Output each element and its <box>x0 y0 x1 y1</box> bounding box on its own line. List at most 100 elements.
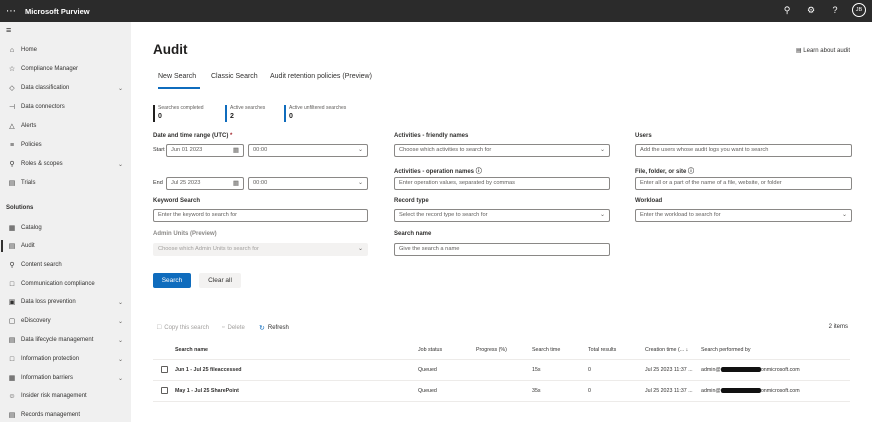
search-name-input[interactable]: Give the search a name <box>394 243 610 256</box>
workload-select[interactable]: Enter the workload to search for ⌄ <box>635 209 852 222</box>
hamburger-icon[interactable]: ≡ <box>0 22 131 39</box>
chevron-down-icon: ⌄ <box>117 337 123 344</box>
top-bar: ⋯ Microsoft Purview ⚲ ⚙ ? JB <box>0 0 872 22</box>
sidebar-item-content-search[interactable]: ⚲ Content search <box>0 257 131 273</box>
copy-icon: □ <box>157 324 162 331</box>
sidebar-item-data-lifecycle-management[interactable]: ▤ Data lifecycle management ⌄ <box>0 332 131 348</box>
gear-icon[interactable]: ⚙ <box>804 3 818 17</box>
sidebar-item-audit[interactable]: ▤ Audit <box>0 238 131 254</box>
active-tab-indicator <box>158 87 200 89</box>
activities-friendly-select[interactable]: Choose which activities to search for ⌄ <box>394 144 610 157</box>
column-header-search-performed-by[interactable]: Search performed by <box>701 347 750 353</box>
stat-active-unfiltered-searches: Active unfiltered searches 0 <box>284 105 346 122</box>
search-button[interactable]: Search <box>153 273 191 288</box>
person-icon: ☺ <box>8 392 16 400</box>
admin-units-select: Choose which Admin Units to search for ⌄ <box>153 243 368 256</box>
record-type-select[interactable]: Select the record type to search for ⌄ <box>394 209 610 222</box>
sidebar-item-catalog[interactable]: ▦ Catalog <box>0 220 131 236</box>
chevron-down-icon: ⌄ <box>117 375 123 382</box>
learn-about-audit-link[interactable]: ▤ Learn about audit <box>796 47 850 54</box>
end-time-select[interactable]: 00:00 ⌄ <box>248 177 368 190</box>
sidebar-item-policies[interactable]: ≡ Policies <box>0 137 131 153</box>
column-header-search-time[interactable]: Search time <box>532 347 560 353</box>
row-checkbox[interactable] <box>161 366 168 373</box>
chevron-down-icon: ⌄ <box>117 85 123 92</box>
chevron-down-icon: ⌄ <box>117 161 123 168</box>
sidebar-item-records-management[interactable]: ▤ Records management <box>0 407 131 423</box>
end-date-picker[interactable]: Jul 25 2023 ▦ <box>166 177 244 190</box>
chevron-down-icon: ⌄ <box>117 299 123 306</box>
start-time-select[interactable]: 00:00 ⌄ <box>248 144 368 157</box>
keyword-search-label: Keyword Search <box>153 198 201 204</box>
column-header-progress[interactable]: Progress (%) <box>476 347 507 353</box>
active-indicator <box>1 240 3 252</box>
column-header-job-status[interactable]: Job status <box>418 347 442 353</box>
tab-classic-search[interactable]: Classic Search <box>211 73 258 80</box>
catalog-icon: ▦ <box>8 225 16 232</box>
sidebar-item-compliance-manager[interactable]: ☆ Compliance Manager <box>0 61 131 77</box>
help-icon[interactable]: ? <box>828 3 842 17</box>
sidebar-item-trials[interactable]: ▤ Trials <box>0 175 131 191</box>
sidebar-item-data-classification[interactable]: ◇ Data classification ⌄ <box>0 80 131 96</box>
key-icon[interactable]: ⚲ <box>780 3 794 17</box>
sidebar-item-data-loss-prevention[interactable]: ▣ Data loss prevention ⌄ <box>0 294 131 310</box>
tab-new-search[interactable]: New Search <box>158 73 196 80</box>
workload-label: Workload <box>635 198 663 204</box>
sidebar-item-ediscovery[interactable]: ▢ eDiscovery ⌄ <box>0 313 131 329</box>
users-input[interactable]: Add the users whose audit logs you want … <box>635 144 852 157</box>
redaction-bar <box>720 367 761 373</box>
main-content: Audit ▤ Learn about audit New Search Cla… <box>131 22 872 422</box>
info-icon[interactable]: ⓘ <box>688 169 694 175</box>
info-icon[interactable]: ⓘ <box>476 169 482 175</box>
home-icon: ⌂ <box>9 46 15 54</box>
dlp-icon: ▣ <box>8 299 16 306</box>
copy-search-button[interactable]: □ Copy this search <box>157 324 209 331</box>
sidebar-item-insider-risk-management[interactable]: ☺ Insider risk management <box>0 388 131 404</box>
trophy-icon: ☆ <box>8 66 16 73</box>
chevron-down-icon: ⌄ <box>357 180 363 186</box>
tab-audit-retention-policies[interactable]: Audit retention policies (Preview) <box>270 73 372 80</box>
date-range-label: Date and time range (UTC) * <box>153 133 233 139</box>
file-folder-site-label: File, folder, or site ⓘ <box>635 169 695 175</box>
redaction-bar <box>720 388 761 394</box>
sidebar-item-alerts[interactable]: △ Alerts <box>0 118 131 134</box>
chat-icon: □ <box>9 280 15 288</box>
chevron-down-icon: ⌄ <box>599 212 605 218</box>
sidebar-item-communication-compliance[interactable]: □ Communication compliance <box>0 276 131 292</box>
table-divider <box>153 380 850 381</box>
end-label: End <box>153 180 163 186</box>
column-header-creation-time[interactable]: Creation time (... ↓ <box>645 347 688 353</box>
lock-icon: □ <box>9 355 15 363</box>
waffle-icon[interactable]: ⋯ <box>0 6 22 17</box>
performed-by: admin@ onmicrosoft.com <box>701 367 800 373</box>
column-header-total-results[interactable]: Total results <box>588 347 616 353</box>
calendar-icon[interactable]: ▦ <box>233 178 239 189</box>
sidebar: ≡ ⌂ Home ☆ Compliance Manager ◇ Data cla… <box>0 22 131 422</box>
search-name-label: Search name <box>394 231 432 237</box>
avatar[interactable]: JB <box>852 3 866 17</box>
chevron-down-icon: ⌄ <box>357 147 363 153</box>
sidebar-item-data-connectors[interactable]: ⊣ Data connectors <box>0 99 131 115</box>
barrier-icon: ▦ <box>8 375 16 382</box>
book-icon: ▤ <box>795 48 802 54</box>
calendar-icon[interactable]: ▦ <box>233 145 239 156</box>
chevron-down-icon: ⌄ <box>117 356 123 363</box>
keyword-search-input[interactable]: Enter the keyword to search for <box>153 209 368 222</box>
start-date-picker[interactable]: Jun 01 2023 ▦ <box>166 144 244 157</box>
sidebar-item-roles-scopes[interactable]: ⚲ Roles & scopes ⌄ <box>0 156 131 172</box>
sidebar-item-information-protection[interactable]: □ Information protection ⌄ <box>0 351 131 367</box>
column-header-search-name[interactable]: Search name <box>175 347 208 353</box>
refresh-button[interactable]: ↻ Refresh <box>259 324 289 332</box>
table-divider <box>153 359 850 360</box>
users-label: Users <box>635 133 652 139</box>
file-folder-site-input[interactable]: Enter all or a part of the name of a fil… <box>635 177 852 190</box>
activities-operation-input[interactable]: Enter operation values, separated by com… <box>394 177 610 190</box>
delete-button[interactable]: ▫ Delete <box>222 324 245 331</box>
row-checkbox[interactable] <box>161 387 168 394</box>
app-title[interactable]: Microsoft Purview <box>25 7 90 16</box>
records-icon: ▤ <box>8 412 16 419</box>
sidebar-item-home[interactable]: ⌂ Home <box>0 42 131 58</box>
sidebar-item-information-barriers[interactable]: ▦ Information barriers ⌄ <box>0 370 131 386</box>
clear-all-button[interactable]: Clear all <box>199 273 241 288</box>
plug-icon: ⊣ <box>8 104 16 111</box>
